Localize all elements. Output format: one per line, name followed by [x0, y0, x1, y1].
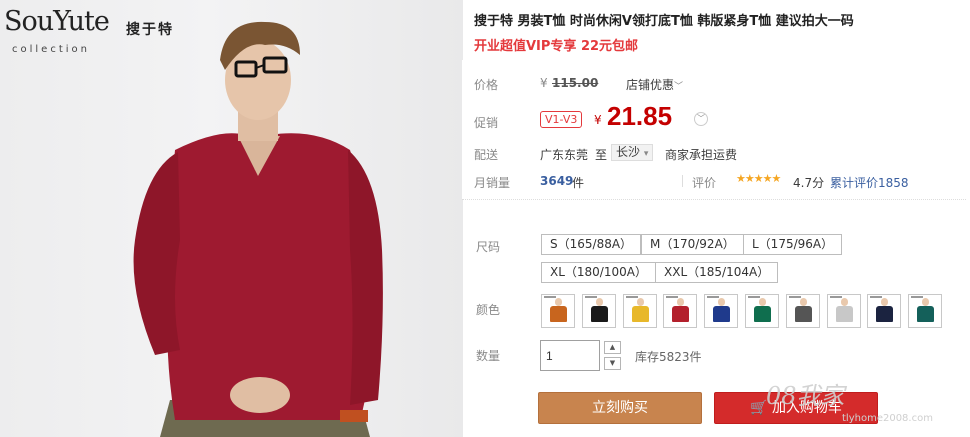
color-swatch[interactable] — [908, 294, 943, 328]
color-swatch[interactable] — [622, 294, 657, 328]
swatch-model-head — [595, 298, 603, 306]
stock-count: 库存5823件 — [635, 350, 702, 364]
divider — [682, 175, 683, 187]
swatch-brand-mark — [666, 296, 679, 298]
swatch-shirt — [590, 306, 608, 322]
swatch-brand-mark — [544, 296, 556, 298]
shipping-label: 配送 — [474, 148, 499, 162]
swatch-model-head — [555, 298, 562, 306]
quantity-increase-button[interactable]: ▲ — [604, 341, 621, 354]
model-figure — [133, 21, 383, 437]
store-discount-label: 店铺优惠 — [626, 78, 675, 92]
promo-label: 促销 — [474, 116, 499, 130]
vip-level-badge: V1-V3 — [540, 111, 583, 128]
swatch-shirt — [917, 306, 935, 322]
rating-stars-icon: ★★★★★ — [736, 172, 781, 185]
color-swatch[interactable] — [663, 294, 698, 328]
rating-score: 4.7分 — [793, 176, 825, 190]
cart-icon: 🛒 — [750, 400, 768, 416]
promo-currency: ¥ — [594, 113, 602, 127]
monthly-sales-count: 3649 — [540, 174, 574, 188]
size-option-l[interactable]: L（175/96A） — [743, 234, 843, 255]
swatch-model-head — [677, 298, 685, 306]
store-discount-dropdown[interactable]: 店铺优惠﹀ — [626, 76, 683, 93]
monthly-sales-label: 月销量 — [474, 176, 511, 190]
color-label: 颜色 — [476, 303, 501, 317]
color-swatch[interactable] — [704, 294, 739, 328]
currency-symbol: ¥ — [540, 76, 548, 90]
swatch-model-head — [759, 298, 766, 306]
site-watermark-url: tlyhome2008.com — [842, 413, 933, 424]
quantity-label: 数量 — [476, 349, 501, 363]
original-price: 115.00 — [552, 76, 599, 90]
size-option-xxl[interactable]: XXL（185/104A） — [655, 262, 779, 283]
swatch-shirt — [631, 306, 649, 322]
swatch-model-head — [636, 298, 644, 306]
chevron-down-icon: ﹀ — [674, 82, 684, 92]
price-expand-chevron-icon[interactable]: ﹀ — [694, 112, 708, 126]
buy-now-button[interactable]: 立刻购买 — [538, 392, 702, 424]
swatch-brand-mark — [625, 296, 638, 298]
swatch-brand-mark — [911, 296, 924, 298]
swatch-brand-mark — [748, 296, 760, 298]
quantity-input[interactable] — [540, 340, 600, 371]
swatch-brand-mark — [584, 296, 597, 298]
swatch-model-head — [799, 298, 807, 306]
swatch-shirt — [550, 306, 567, 322]
destination-city-select[interactable]: 长沙 ▾ — [611, 144, 654, 161]
destination-city-value: 长沙 — [616, 145, 641, 159]
swatch-brand-mark — [870, 296, 883, 298]
size-option-xl[interactable]: XL（180/100A） — [541, 262, 656, 283]
site-watermark: 08我家 — [766, 382, 845, 410]
promo-price: 21.85 — [607, 101, 673, 131]
shipping-fee: 商家承担运费 — [665, 148, 738, 162]
reviews-link[interactable]: 累计评价1858 — [830, 174, 909, 191]
swatch-model-head — [840, 298, 848, 306]
color-swatch[interactable] — [541, 294, 575, 328]
color-swatch[interactable] — [867, 294, 902, 328]
color-swatch[interactable] — [826, 294, 861, 328]
price-label: 价格 — [474, 78, 499, 92]
swatch-brand-mark — [788, 296, 801, 298]
swatch-model-head — [922, 298, 930, 306]
swatch-model-head — [881, 298, 889, 306]
shipping-origin: 广东东莞 — [540, 148, 589, 162]
swatch-shirt — [672, 306, 690, 322]
product-promo-line: 开业超值VIP专享 22元包邮 — [474, 39, 639, 54]
swatch-shirt — [794, 306, 812, 322]
shipping-to-word: 至 — [595, 148, 608, 162]
quantity-decrease-button[interactable]: ▼ — [604, 357, 621, 370]
size-option-m[interactable]: M（170/92A） — [641, 234, 744, 255]
color-swatch[interactable] — [581, 294, 616, 328]
dropdown-arrow-icon: ▾ — [643, 149, 649, 159]
product-photo[interactable]: SouYute 搜于特 collection — [0, 0, 463, 437]
swatch-model-head — [718, 298, 726, 306]
swatch-brand-mark — [707, 296, 720, 298]
color-swatch[interactable] — [745, 294, 779, 328]
size-label: 尺码 — [476, 240, 501, 254]
swatch-brand-mark — [829, 296, 842, 298]
monthly-sales-unit: 件 — [572, 176, 585, 190]
swatch-shirt — [754, 306, 771, 322]
size-option-s[interactable]: S（165/88A） — [541, 234, 642, 255]
swatch-shirt — [835, 306, 853, 322]
color-swatch[interactable] — [785, 294, 820, 328]
product-title: 搜于特 男装T恤 时尚休闲V领打底T恤 韩版紧身T恤 建议拍大一码 — [474, 14, 854, 29]
swatch-shirt — [876, 306, 894, 322]
rating-label: 评价 — [692, 176, 717, 190]
swatch-shirt — [713, 306, 731, 322]
